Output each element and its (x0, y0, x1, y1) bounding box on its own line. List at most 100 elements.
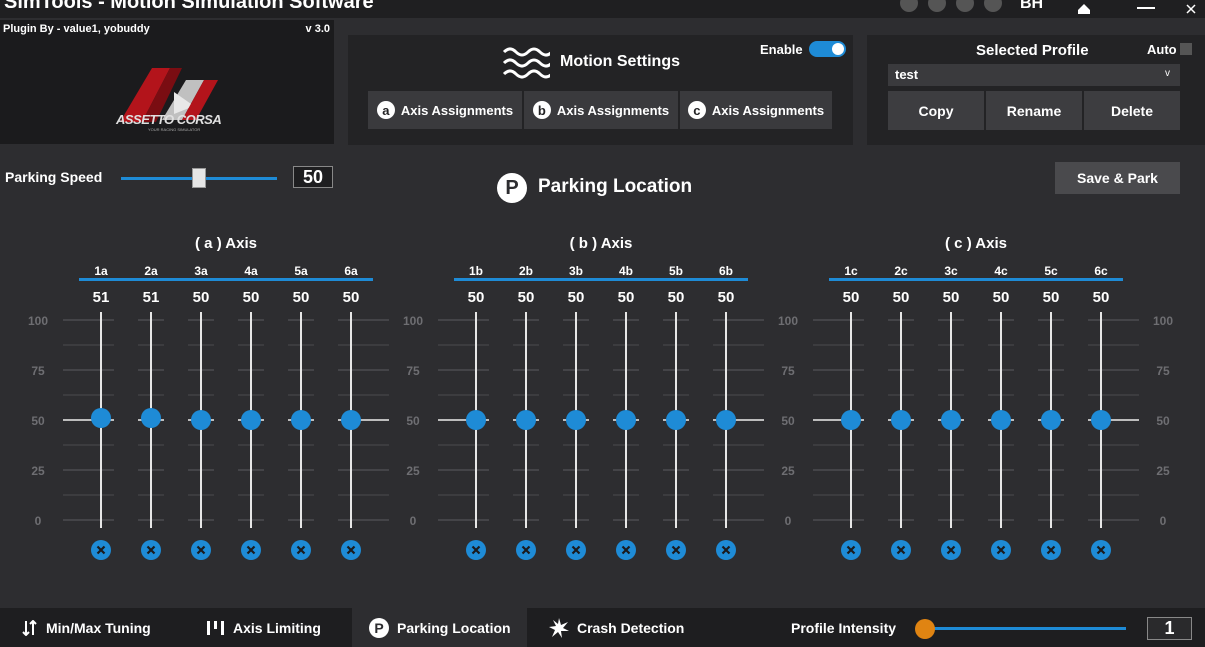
axis-value-label: 50 (1093, 289, 1110, 306)
plugin-version: v 3.0 (305, 23, 330, 35)
status-icon (928, 0, 946, 12)
axis-name-label: 4c (994, 264, 1008, 278)
axis-name-label: 2b (519, 264, 533, 278)
crash-burst-icon (549, 617, 569, 638)
axis-slider-thumb[interactable] (91, 408, 111, 428)
tab-crash-detection[interactable]: Crash Detection (549, 608, 684, 647)
axis-value-label: 50 (893, 289, 910, 306)
scale-label: 25 (31, 464, 45, 478)
axis-name-label: 5a (294, 264, 308, 278)
axis-slider-thumb[interactable] (141, 408, 161, 428)
plugin-panel: Plugin By - value1, yobuddy v 3.0 ASSETT… (0, 20, 334, 144)
axis-name-label: 2c (894, 264, 908, 278)
axis-value-label: 50 (843, 289, 860, 306)
menu-button[interactable] (1115, 0, 1177, 18)
axis-name-label: 6c (1094, 264, 1108, 278)
enable-toggle[interactable] (809, 41, 846, 57)
parking-p-icon: P (497, 173, 527, 203)
scale-label: 100 (778, 314, 798, 328)
axis-slider-thumb[interactable] (1091, 410, 1111, 430)
axis-slider-thumb[interactable] (891, 410, 911, 430)
axis-slider-thumb[interactable] (466, 410, 486, 430)
plugin-author: Plugin By - value1, yobuddy (3, 23, 150, 35)
axis-slider-thumb[interactable] (291, 410, 311, 430)
min-max-arrows-icon (22, 619, 38, 636)
axis-value-label: 50 (243, 289, 260, 306)
profile-select[interactable]: test v (888, 64, 1180, 86)
profile-intensity-value[interactable]: 1 (1147, 617, 1192, 640)
profile-select-value: test (895, 67, 919, 82)
window-controls (1053, 0, 1205, 18)
axis-slider-thumb[interactable] (1041, 410, 1061, 430)
status-icon (900, 0, 918, 12)
parking-speed-slider-thumb[interactable] (192, 168, 206, 188)
axis-value-label: 50 (993, 289, 1010, 306)
selected-profile-title: Selected Profile (976, 42, 1089, 59)
axis-slider-thumb[interactable] (841, 410, 861, 430)
save-park-button[interactable]: Save & Park (1055, 162, 1180, 194)
axis-assignments-label: Axis Assignments (400, 102, 514, 118)
axis-value-label: 50 (1043, 289, 1060, 306)
axis-slider-thumb[interactable] (516, 410, 536, 430)
axis-value-label: 50 (943, 289, 960, 306)
scale-label: 0 (785, 514, 792, 528)
rename-button[interactable]: Rename (986, 91, 1082, 130)
axis-header-underline (79, 278, 373, 281)
tab-min-max-tuning[interactable]: Min/Max Tuning (22, 608, 151, 647)
menu-icon (1137, 7, 1155, 9)
axis-slider-thumb[interactable] (616, 410, 636, 430)
motion-settings-title: Motion Settings (560, 53, 680, 70)
axis-group-title: ( b ) Axis (569, 235, 633, 252)
axis-slider-thumb[interactable] (941, 410, 961, 430)
axis-name-label: 4b (619, 264, 633, 278)
tab-label: Axis Limiting (233, 619, 321, 636)
home-icon (1078, 4, 1090, 14)
axis-group-title: ( c ) Axis (945, 235, 1007, 252)
axis-slider-thumb[interactable] (191, 410, 211, 430)
profile-intensity-slider[interactable] (923, 627, 1126, 630)
profile-intensity-label: Profile Intensity (791, 620, 897, 636)
axis-value-label: 50 (343, 289, 360, 306)
axis-assignments-label: Axis Assignments (556, 102, 670, 118)
axis-name-label: 5b (669, 264, 683, 278)
home-button[interactable] (1053, 0, 1115, 18)
axis-slider-thumb[interactable] (341, 410, 361, 430)
axis-name-label: 6b (719, 264, 733, 278)
axis-name-label: 3c (944, 264, 958, 278)
axis-header-underline (454, 278, 748, 281)
axis-a-assignments-button[interactable]: a Axis Assignments (368, 91, 522, 129)
scale-label: 50 (1156, 414, 1170, 428)
axis-limiting-bars-icon (207, 620, 225, 636)
axis-slider-thumb[interactable] (716, 410, 736, 430)
window-title: SimTools - Motion Simulation Software (4, 0, 374, 13)
parking-speed-value[interactable]: 50 (293, 166, 333, 188)
profile-intensity-slider-thumb[interactable] (915, 619, 936, 639)
axis-slider-thumb[interactable] (566, 410, 586, 430)
parking-location-title: Parking Location (538, 176, 693, 197)
chevron-down-icon: v (1165, 68, 1170, 79)
axis-slider-thumb[interactable] (991, 410, 1011, 430)
scale-label: 0 (35, 514, 42, 528)
user-initials[interactable]: BH (1020, 0, 1043, 13)
axis-group-title: ( a ) Axis (195, 235, 257, 252)
scale-label: 50 (781, 414, 795, 428)
tab-parking-location[interactable]: P Parking Location (352, 608, 527, 647)
axis-b-assignments-button[interactable]: b Axis Assignments (524, 91, 678, 129)
axis-value-label: 51 (93, 289, 110, 306)
axis-c-assignments-button[interactable]: c Axis Assignments (680, 91, 832, 129)
axis-value-label: 51 (143, 289, 160, 306)
letter-c-icon: c (687, 101, 706, 119)
delete-button[interactable]: Delete (1084, 91, 1180, 130)
logo-text: ASSETTO CORSA (116, 112, 222, 127)
auto-checkbox[interactable] (1180, 43, 1192, 55)
scale-label: 75 (781, 364, 795, 378)
close-button[interactable] (1177, 0, 1205, 18)
axis-value-label: 50 (668, 289, 685, 306)
scale-label: 50 (406, 414, 420, 428)
tab-axis-limiting[interactable]: Axis Limiting (207, 608, 321, 647)
axis-slider-thumb[interactable] (241, 410, 261, 430)
status-icon (956, 0, 974, 12)
axis-name-label: 2a (144, 264, 158, 278)
axis-slider-thumb[interactable] (666, 410, 686, 430)
copy-button[interactable]: Copy (888, 91, 984, 130)
